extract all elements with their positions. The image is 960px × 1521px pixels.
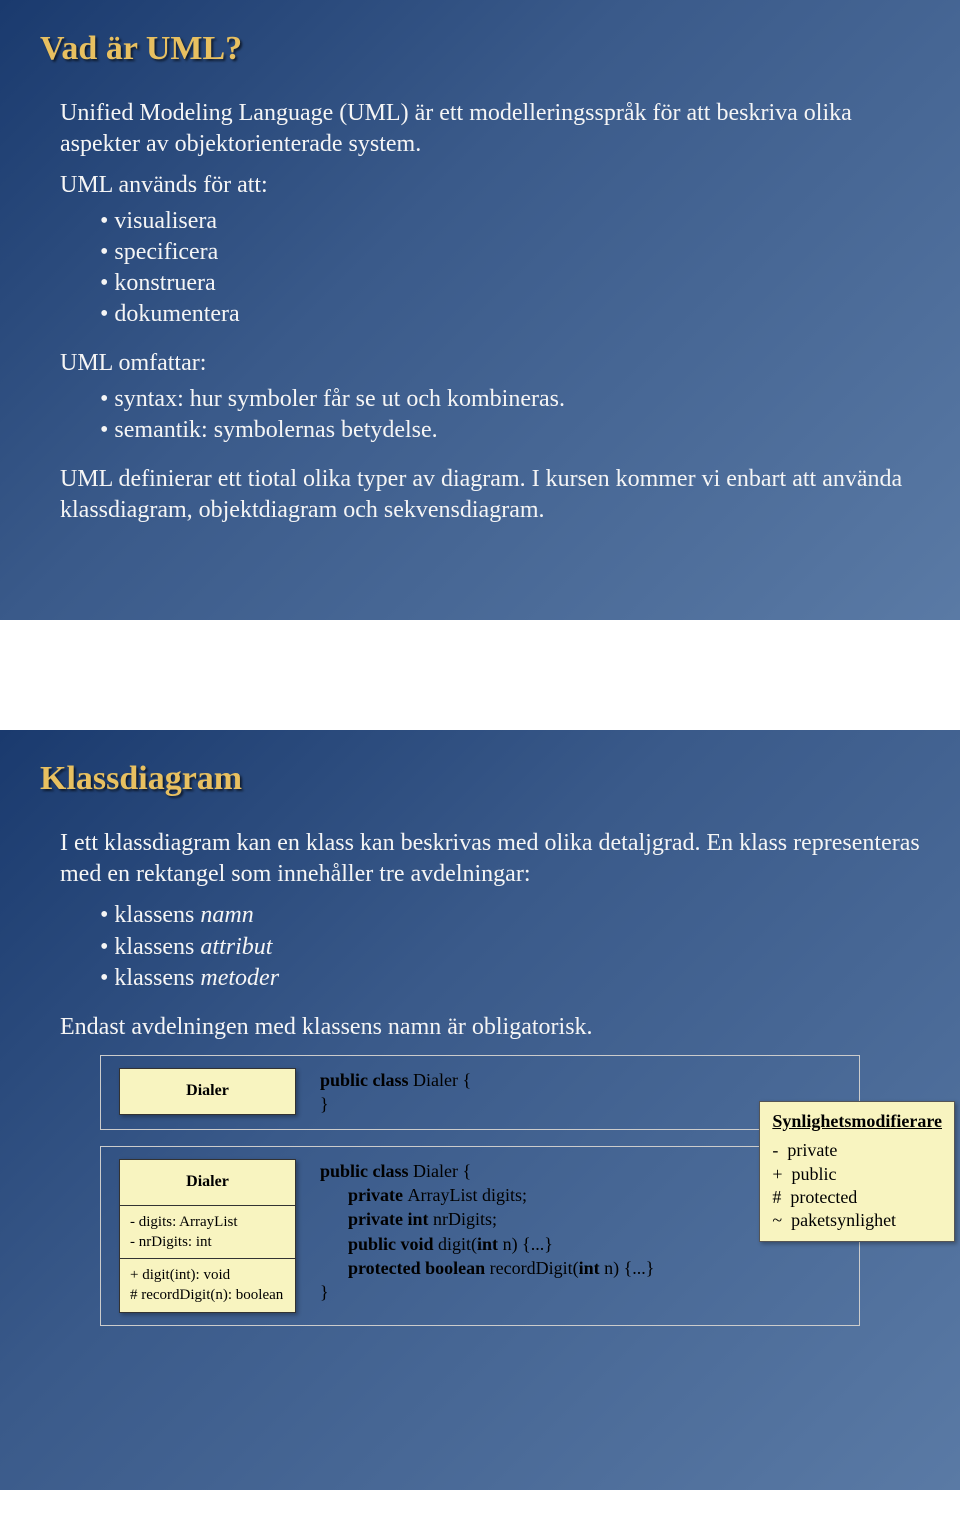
code-line: private int nrDigits; [320,1207,654,1231]
part-pre: klassens [114,965,200,991]
code-text: ArrayList digits; [407,1185,527,1205]
example1-box: Dialer public class Dialer { } [100,1055,860,1130]
code-line: public class Dialer { [320,1068,471,1092]
code-kw: public class [320,1070,413,1090]
example2-wrap: Dialer - digits: ArrayList - nrDigits: i… [60,1146,920,1326]
part-italic: namn [200,902,253,928]
slide2-body: I ett klassdiagram kan en klass kan besk… [60,828,920,1326]
slide1-intro: Unified Modeling Language (UML) är ett m… [60,98,920,160]
part-pre: klassens [114,902,200,928]
uml-method: # recordDigit(n): boolean [130,1285,285,1305]
slide2-title: Klassdiagram [40,760,920,798]
code-line: public void digit(int n) {...} [320,1232,654,1256]
visibility-row: + public [772,1163,942,1186]
code-kw: public class [320,1161,413,1181]
code-kw: int [579,1258,605,1278]
slide2-note: Endast avdelningen med klassens namn är … [60,1012,920,1043]
code-text: n) {...} [604,1258,654,1278]
list-item: klassens attribut [100,932,920,963]
slide-gap [0,620,960,730]
code-line: protected boolean recordDigit(int n) {..… [320,1256,654,1280]
example2-code: public class Dialer { private ArrayList … [320,1159,654,1305]
part-pre: klassens [114,934,200,960]
list-item: klassens metoder [100,963,920,994]
uml-attr: - digits: ArrayList [130,1212,285,1232]
list-item: dokumentera [100,299,920,330]
slide1-title: Vad är UML? [40,30,920,68]
visibility-row: ~ paketsynlighet [772,1209,942,1232]
part-italic: metoder [200,965,279,991]
list-item: visualisera [100,206,920,237]
code-kw: protected boolean [348,1258,490,1278]
example1-code: public class Dialer { } [320,1068,471,1117]
uml-method: + digit(int): void [130,1265,285,1285]
list-item: konstruera [100,268,920,299]
slide2-parts-list: klassens namn klassens attribut klassens… [60,900,920,994]
slide2-intro: I ett klassdiagram kan en klass kan besk… [60,828,920,890]
code-line: } [320,1092,471,1116]
code-text: n) {...} [503,1234,553,1254]
code-text: recordDigit( [490,1258,579,1278]
list-item: klassens namn [100,900,920,931]
code-text: nrDigits; [433,1209,497,1229]
slide1-usedfor-list: visualisera specificera konstruera dokum… [60,206,920,331]
list-item: specificera [100,237,920,268]
code-kw: private [348,1185,407,1205]
list-item: syntax: hur symboler får se ut och kombi… [100,384,920,415]
slide-vad-ar-uml: Vad är UML? Unified Modeling Language (U… [0,0,960,620]
visibility-row: - private [772,1139,942,1162]
visibility-title: Synlighetsmodifierare [772,1110,942,1133]
slide1-covers-list: syntax: hur symboler får se ut och kombi… [60,384,920,446]
uml-class-attrs: - digits: ArrayList - nrDigits: int [120,1206,295,1260]
slide1-covers-label: UML omfattar: [60,348,920,379]
code-text: Dialer { [413,1070,471,1090]
code-kw: private int [348,1209,433,1229]
visibility-row: # protected [772,1186,942,1209]
code-line: } [320,1280,654,1304]
slide1-usedfor-label: UML används för att: [60,170,920,201]
example2-box: Dialer - digits: ArrayList - nrDigits: i… [100,1146,860,1326]
part-italic: attribut [200,934,272,960]
uml-class-name: Dialer [120,1160,295,1206]
uml-class-methods: + digit(int): void # recordDigit(n): boo… [120,1259,295,1312]
code-kw: int [477,1234,503,1254]
uml-class-detailed: Dialer - digits: ArrayList - nrDigits: i… [119,1159,296,1313]
slide1-body: Unified Modeling Language (UML) är ett m… [60,98,920,526]
visibility-legend: Synlighetsmodifierare - private + public… [759,1101,955,1242]
slide-klassdiagram: Klassdiagram I ett klassdiagram kan en k… [0,730,960,1490]
uml-class-name: Dialer [120,1069,295,1114]
code-text: digit( [438,1234,477,1254]
slide1-diagrams: UML definierar ett tiotal olika typer av… [60,464,920,526]
code-text: Dialer { [413,1161,471,1181]
uml-attr: - nrDigits: int [130,1232,285,1252]
code-kw: public void [348,1234,438,1254]
list-item: semantik: symbolernas betydelse. [100,415,920,446]
code-line: public class Dialer { [320,1159,654,1183]
code-line: private ArrayList digits; [320,1183,654,1207]
uml-class-simple: Dialer [119,1068,296,1115]
